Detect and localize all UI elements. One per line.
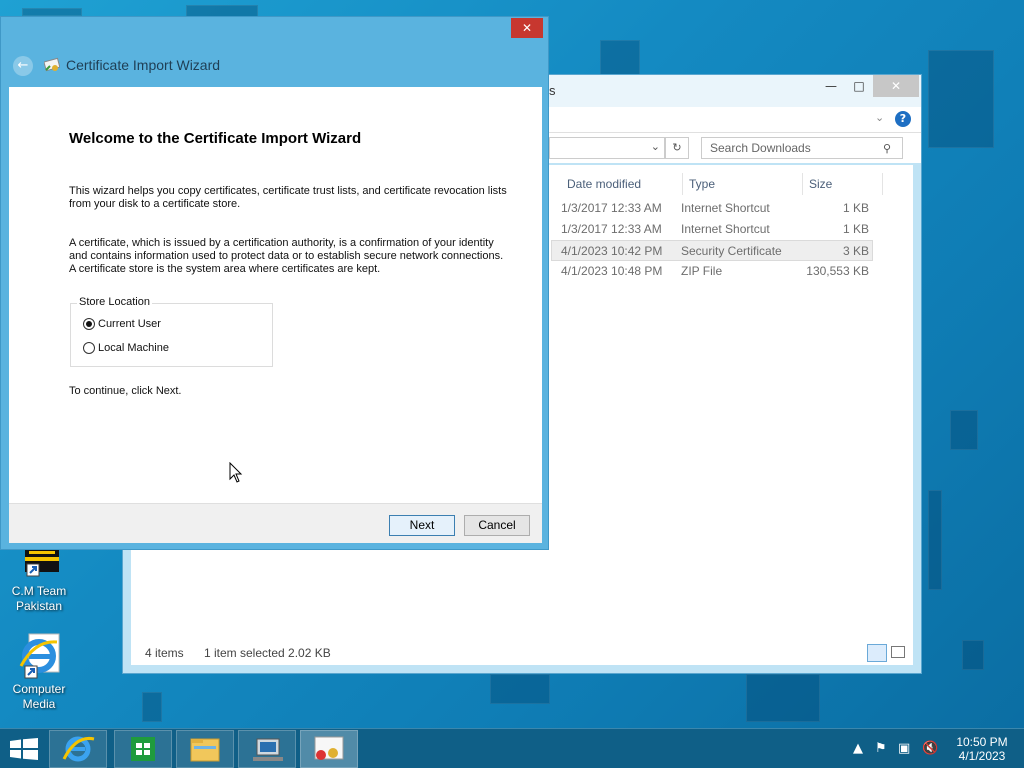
wizard-close-button[interactable]: ✕ (511, 18, 543, 38)
file-date: 1/3/2017 12:33 AM (561, 222, 662, 236)
desktop-tile (746, 674, 820, 722)
desktop-tile (928, 50, 994, 148)
file-date: 1/3/2017 12:33 AM (561, 201, 662, 215)
file-date: 4/1/2023 10:42 PM (561, 244, 663, 258)
details-view-icon[interactable] (867, 644, 887, 662)
file-date: 4/1/2023 10:48 PM (561, 264, 663, 278)
desktop-tile (142, 692, 162, 722)
wizard-heading: Welcome to the Certificate Import Wizard (69, 130, 362, 147)
mouse-cursor-icon (229, 462, 243, 483)
chevron-down-icon[interactable]: ⌄ (875, 111, 884, 124)
desktop: C.M Team Pakistan Computer Media s — □ ✕… (0, 0, 1024, 728)
chevron-down-icon[interactable]: ⌄ (651, 140, 660, 153)
clock-date: 4/1/2023 (958, 749, 1006, 763)
store-location-group: Store Location Current User Local Machin… (70, 296, 273, 367)
column-header-type[interactable]: Type (683, 173, 803, 195)
certificate-import-wizard[interactable]: ✕ ← Certificate Import Wizard Welcome to… (0, 16, 549, 550)
network-computer-icon (253, 738, 283, 761)
help-icon[interactable]: ? (895, 111, 911, 127)
radio-selected-icon (83, 318, 95, 331)
search-icon[interactable]: ⚲ (883, 142, 891, 155)
radio-local-machine[interactable]: Local Machine (83, 342, 169, 355)
minimize-button[interactable]: — (817, 75, 845, 97)
file-size: 130,553 KB (806, 264, 869, 278)
volume-muted-icon[interactable]: 🔇 (922, 741, 938, 756)
file-size: 1 KB (842, 222, 869, 236)
windows-logo-icon (10, 738, 38, 760)
taskbar-store[interactable] (114, 730, 172, 768)
internet-explorer-icon (15, 632, 63, 680)
file-row[interactable]: 1/3/2017 12:33 AM Internet Shortcut 1 KB (551, 198, 873, 219)
desktop-icon-label: Pakistan (15, 599, 63, 613)
internet-explorer-icon (62, 736, 95, 762)
desktop-tile (962, 640, 984, 670)
start-button[interactable] (10, 738, 38, 763)
back-arrow-icon: ← (17, 58, 29, 73)
explorer-close-button[interactable]: ✕ (873, 75, 919, 97)
cm-team-icon (15, 548, 63, 596)
radio-current-user[interactable]: Current User (83, 318, 161, 331)
search-input[interactable]: Search Downloads (701, 137, 903, 159)
wizard-description-text: A certificate, which is issued by a cert… (69, 237, 504, 275)
minimize-icon: — (825, 79, 837, 93)
column-header-date[interactable]: Date modified (561, 173, 683, 195)
cancel-button[interactable]: Cancel (464, 515, 530, 536)
certificate-icon (314, 736, 344, 760)
file-type: Internet Shortcut (681, 222, 770, 236)
radio-label: Current User (98, 318, 161, 330)
close-icon: ✕ (890, 79, 902, 93)
maximize-button[interactable]: □ (845, 75, 873, 97)
file-type: Internet Shortcut (681, 201, 770, 215)
file-row-selected[interactable]: 4/1/2023 10:42 PM Security Certificate 3… (551, 240, 873, 261)
radio-unselected-icon (83, 342, 95, 355)
file-size: 1 KB (842, 201, 869, 215)
desktop-tile (928, 490, 942, 590)
refresh-icon: ↻ (672, 141, 682, 154)
desktop-tile (22, 8, 82, 16)
wizard-title: Certificate Import Wizard (66, 57, 221, 73)
next-button[interactable]: Next (389, 515, 455, 536)
taskbar-internet-explorer[interactable] (49, 730, 107, 768)
refresh-button[interactable]: ↻ (665, 137, 689, 159)
file-size: 3 KB (842, 244, 869, 258)
desktop-icon-computer-media[interactable]: Computer Media (3, 632, 75, 712)
taskbar-network-app[interactable] (238, 730, 296, 768)
address-bar[interactable]: ⌄ (549, 137, 665, 159)
desktop-icon-cm-team[interactable]: C.M Team Pakistan (3, 548, 75, 614)
radio-label: Local Machine (98, 342, 169, 354)
desktop-tile (950, 410, 978, 450)
taskbar-clock[interactable]: 10:50 PM 4/1/2023 (950, 735, 1014, 763)
large-icons-view-icon[interactable] (891, 646, 905, 658)
status-bar: 4 items 1 item selected 2.02 KB (131, 641, 913, 665)
desktop-tile (490, 674, 550, 704)
wizard-intro-text: This wizard helps you copy certificates,… (69, 185, 507, 210)
column-header-size[interactable]: Size (803, 173, 883, 195)
certificate-icon (43, 57, 61, 73)
file-row[interactable]: 1/3/2017 12:33 AM Internet Shortcut 1 KB (551, 219, 873, 240)
maximize-icon: □ (853, 79, 865, 93)
item-count: 4 items (145, 646, 184, 660)
network-icon[interactable]: ▣ (898, 741, 910, 756)
action-center-flag-icon[interactable]: ⚑ (875, 741, 887, 756)
close-icon: ✕ (521, 21, 533, 35)
continue-text: To continue, click Next. (69, 385, 182, 397)
desktop-icon-label: Computer (12, 682, 66, 696)
wizard-footer: Next Cancel (9, 503, 542, 543)
file-row[interactable]: 4/1/2023 10:48 PM ZIP File 130,553 KB (551, 261, 873, 282)
folder-icon (190, 738, 220, 762)
explorer-title: s (549, 83, 556, 98)
wizard-body: Welcome to the Certificate Import Wizard… (9, 87, 542, 503)
file-type: Security Certificate (681, 244, 782, 258)
store-icon (131, 737, 155, 761)
selection-info: 1 item selected 2.02 KB (204, 646, 331, 660)
file-type: ZIP File (681, 264, 723, 278)
taskbar-file-explorer[interactable] (176, 730, 234, 768)
taskbar-certificate-wizard[interactable] (300, 730, 358, 768)
store-location-label: Store Location (77, 296, 152, 308)
clock-time: 10:50 PM (956, 735, 1008, 749)
show-hidden-icons-icon[interactable]: ▲ (853, 741, 863, 756)
back-button[interactable]: ← (13, 56, 33, 76)
taskbar: ▲ ⚑ ▣ 🔇 10:50 PM 4/1/2023 (0, 728, 1024, 768)
desktop-icon-label: Media (22, 697, 56, 711)
